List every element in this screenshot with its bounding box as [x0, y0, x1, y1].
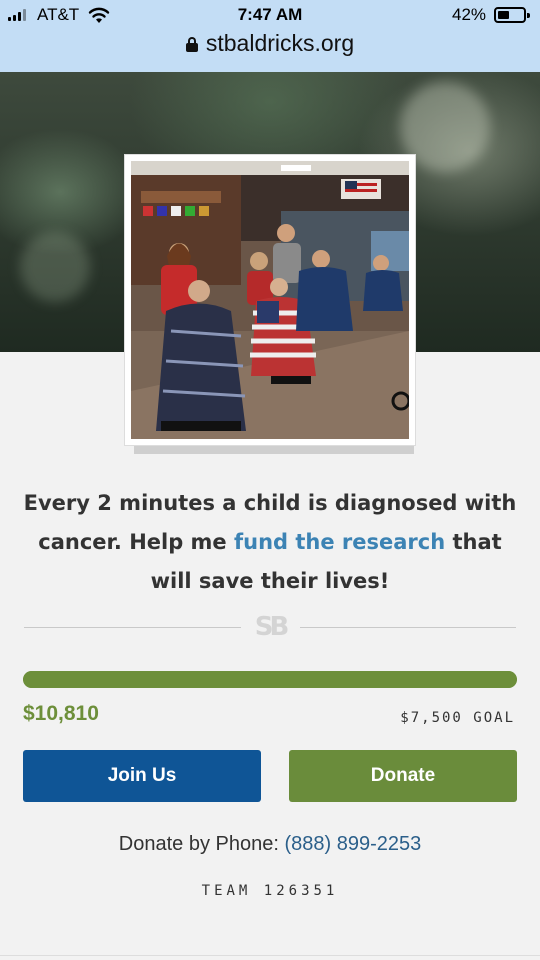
- donate-button[interactable]: Donate: [289, 750, 517, 802]
- footer-divider: [0, 955, 540, 956]
- lock-icon: [185, 37, 198, 52]
- browser-chrome: AT&T 7:47 AM 42% stbaldricks.org: [0, 0, 540, 72]
- fundraising-progress-bar: [23, 671, 517, 688]
- campaign-message: Every 2 minutes a child is diagnosed wit…: [20, 484, 520, 601]
- section-divider: SB: [24, 612, 516, 642]
- battery-percent: 42%: [452, 5, 487, 24]
- fund-research-link[interactable]: fund the research: [234, 530, 445, 554]
- phone-number-link[interactable]: (888) 899-2253: [284, 833, 421, 855]
- phone-label: Donate by Phone:: [118, 833, 285, 855]
- status-bar: AT&T 7:47 AM 42%: [0, 0, 540, 32]
- team-photo: [125, 155, 415, 445]
- battery-icon: [494, 7, 530, 23]
- fundraising-goal: $7,500 GOAL: [400, 710, 515, 726]
- amount-raised: $10,810: [23, 702, 99, 725]
- url-bar[interactable]: stbaldricks.org: [0, 30, 540, 57]
- barbershop-photo: [131, 161, 409, 439]
- team-id: TEAM 126351: [201, 883, 339, 899]
- url-text: stbaldricks.org: [205, 30, 355, 56]
- join-us-button[interactable]: Join Us: [23, 750, 261, 802]
- donate-by-phone: Donate by Phone: (888) 899-2253: [0, 833, 540, 856]
- stbaldricks-logo-icon: SB: [254, 612, 290, 642]
